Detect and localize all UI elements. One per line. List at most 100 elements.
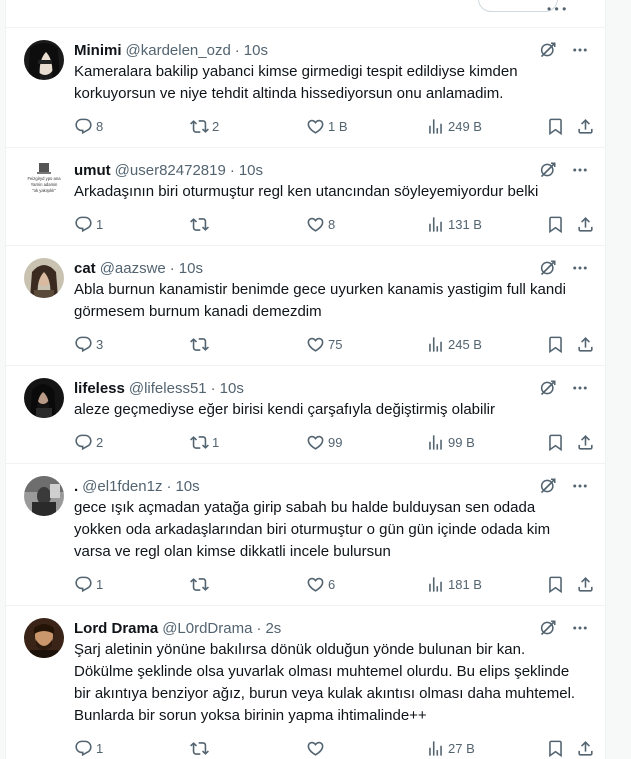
- bookmark-button[interactable]: [546, 334, 576, 354]
- reply-button[interactable]: 1: [74, 738, 190, 758]
- tweet[interactable]: cat @aazswe · 10s Abla burnun kanamistir ben…: [6, 246, 605, 366]
- views-button[interactable]: 131 B: [426, 214, 546, 234]
- grok-icon[interactable]: [539, 379, 557, 397]
- tweet-text-line: Bunlarda bir sorun yoksa birinin yapma i…: [74, 707, 427, 724]
- like-button[interactable]: 99: [306, 432, 426, 452]
- display-name[interactable]: .: [74, 478, 78, 495]
- views-button-count: 181 B: [448, 576, 482, 592]
- user-handle[interactable]: @aazswe: [100, 260, 166, 277]
- display-name[interactable]: Minimi: [74, 42, 122, 59]
- retweet-button[interactable]: 1: [190, 432, 306, 452]
- retweet-button[interactable]: [190, 214, 306, 234]
- grok-icon[interactable]: [539, 41, 557, 59]
- retweet-button[interactable]: [190, 574, 306, 594]
- reply-button-count: 1: [96, 740, 104, 756]
- reply-button[interactable]: 8: [74, 116, 190, 136]
- share-button[interactable]: [576, 574, 593, 594]
- share-button[interactable]: [576, 432, 593, 452]
- views-chart-icon: [426, 739, 445, 758]
- bookmark-button[interactable]: [546, 214, 576, 234]
- bookmark-button[interactable]: [546, 432, 576, 452]
- views-button[interactable]: 99 B: [426, 432, 546, 452]
- views-button[interactable]: 27 B: [426, 738, 546, 758]
- reply-button[interactable]: 3: [74, 334, 190, 354]
- more-options-icon[interactable]: [571, 619, 589, 637]
- retweet-icon: [190, 117, 209, 136]
- like-button[interactable]: 1 B: [306, 116, 426, 136]
- avatar[interactable]: [24, 258, 64, 298]
- views-button-count: 27 B: [448, 740, 475, 756]
- user-handle[interactable]: @lifeless51: [129, 380, 207, 397]
- grok-icon[interactable]: [539, 161, 557, 179]
- retweet-button[interactable]: 2: [190, 116, 306, 136]
- bookmark-button[interactable]: [546, 738, 576, 758]
- more-options-icon[interactable]: [571, 41, 589, 59]
- like-button[interactable]: 8: [306, 214, 426, 234]
- tweet[interactable]: Feizgiryd ypo ana Yarnin adamin "ok yakışı…: [6, 148, 605, 246]
- share-button[interactable]: [576, 334, 593, 354]
- user-handle[interactable]: @user82472819: [115, 162, 226, 179]
- like-button[interactable]: 75: [306, 334, 426, 354]
- bookmark-button[interactable]: [546, 574, 576, 594]
- avatar[interactable]: [24, 40, 64, 80]
- timestamp[interactable]: 10s: [239, 162, 263, 179]
- views-button[interactable]: 181 B: [426, 574, 546, 594]
- tweet[interactable]: Lord Drama @L0rdDrama · 2s Şarj aletinin yön…: [6, 606, 605, 759]
- tweet-text: Abla burnun kanamistir benimde gece uyur…: [74, 280, 589, 322]
- reply-button[interactable]: 1: [74, 214, 190, 234]
- grok-icon[interactable]: [539, 477, 557, 495]
- avatar[interactable]: [24, 618, 64, 658]
- more-options-icon[interactable]: [571, 379, 589, 397]
- avatar[interactable]: [24, 378, 64, 418]
- views-button[interactable]: 249 B: [426, 116, 546, 136]
- more-options-icon[interactable]: [571, 477, 589, 495]
- timestamp[interactable]: 2s: [265, 620, 281, 637]
- tweet-text: gece ışık açmadan yatağa girip sabah bu …: [74, 498, 589, 562]
- reply-button[interactable]: 2: [74, 432, 190, 452]
- timestamp[interactable]: 10s: [220, 380, 244, 397]
- timeline: • • • Minimi @kardelen_ozd · 10s Kameralara …: [5, 0, 606, 759]
- heart-icon: [306, 215, 325, 234]
- display-name[interactable]: cat: [74, 260, 96, 277]
- previous-more-icon[interactable]: • • •: [547, 2, 566, 16]
- grok-icon[interactable]: [539, 619, 557, 637]
- user-handle[interactable]: @L0rdDrama: [162, 620, 252, 637]
- avatar[interactable]: [24, 476, 64, 516]
- tweet-header-icons: [539, 378, 589, 398]
- like-button-count: 75: [328, 336, 343, 352]
- user-handle[interactable]: @el1fden1z: [82, 478, 162, 495]
- more-options-icon[interactable]: [571, 259, 589, 277]
- timestamp[interactable]: 10s: [244, 42, 268, 59]
- like-button[interactable]: 6: [306, 574, 426, 594]
- grok-icon[interactable]: [539, 259, 557, 277]
- share-button[interactable]: [576, 738, 593, 758]
- more-options-icon[interactable]: [571, 161, 589, 179]
- share-button[interactable]: [576, 116, 593, 136]
- tweet-actions: 1 6 181 B: [74, 574, 593, 594]
- tweet[interactable]: Minimi @kardelen_ozd · 10s Kameralara bakili…: [6, 28, 605, 148]
- retweet-button[interactable]: [190, 334, 306, 354]
- tweet[interactable]: . @el1fden1z · 10s gece ışık açmadan yatağa …: [6, 464, 605, 606]
- display-name[interactable]: umut: [74, 162, 111, 179]
- avatar[interactable]: Feizgiryd ypo ana Yarnin adamin "ok yakışı…: [24, 160, 64, 200]
- previous-tweet-button[interactable]: [478, 0, 558, 12]
- bookmark-button[interactable]: [546, 116, 576, 136]
- views-button[interactable]: 245 B: [426, 334, 546, 354]
- like-button-count: 1 B: [328, 118, 348, 134]
- reply-button[interactable]: 1: [74, 574, 190, 594]
- display-name[interactable]: lifeless: [74, 380, 125, 397]
- bookmark-icon: [546, 117, 565, 136]
- timestamp[interactable]: 10s: [179, 260, 203, 277]
- like-button[interactable]: [306, 738, 426, 758]
- reply-icon: [74, 433, 93, 452]
- tweet-text-line: aleze geçmediyse eğer birisi kendi çarşa…: [74, 401, 496, 418]
- timestamp[interactable]: 10s: [175, 478, 199, 495]
- share-button[interactable]: [576, 214, 593, 234]
- user-handle[interactable]: @kardelen_ozd: [126, 42, 231, 59]
- display-name[interactable]: Lord Drama: [74, 620, 158, 637]
- tweet[interactable]: lifeless @lifeless51 · 10s aleze geçmediyse …: [6, 366, 605, 464]
- tweet-header-icons: [539, 618, 589, 638]
- share-icon: [576, 739, 595, 758]
- retweet-button[interactable]: [190, 738, 306, 758]
- views-button-count: 245 B: [448, 336, 482, 352]
